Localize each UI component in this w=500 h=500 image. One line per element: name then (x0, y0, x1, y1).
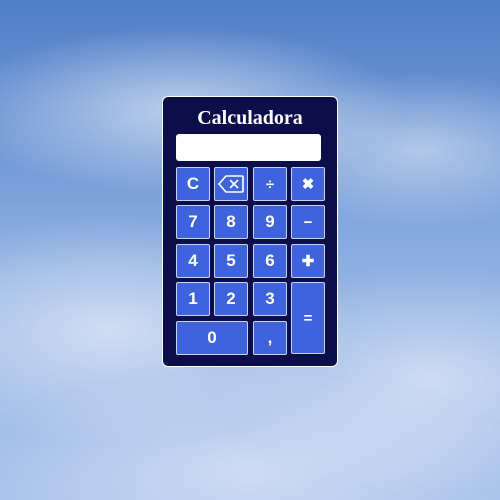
digit-0-label: 0 (207, 328, 217, 347)
calculator-panel: Calculadora C ÷ ✖ 7 8 9 − 4 5 6 ✚ 1 2 3 … (162, 96, 338, 367)
calculator-title: Calculadora (197, 107, 303, 129)
equals-label: = (303, 309, 313, 327)
comma-button[interactable]: , (253, 321, 287, 355)
subtract-button[interactable]: − (291, 205, 325, 239)
digit-6-label: 6 (265, 251, 275, 270)
digit-3-label: 3 (265, 289, 275, 308)
digit-3-button[interactable]: 3 (253, 282, 287, 316)
multiply-label: ✖ (301, 176, 315, 193)
divide-button[interactable]: ÷ (253, 167, 287, 201)
digit-9-label: 9 (265, 212, 275, 231)
subtract-label: − (303, 213, 313, 231)
digit-2-label: 2 (226, 289, 236, 308)
digit-8-button[interactable]: 8 (214, 205, 248, 239)
digit-1-button[interactable]: 1 (176, 282, 210, 316)
digit-2-button[interactable]: 2 (214, 282, 248, 316)
digit-5-button[interactable]: 5 (214, 244, 248, 278)
calculator-display[interactable] (176, 134, 321, 161)
digit-5-label: 5 (226, 251, 236, 270)
divide-label: ÷ (265, 175, 275, 193)
clear-label: C (186, 174, 200, 193)
comma-label: , (267, 328, 273, 347)
digit-7-label: 7 (188, 212, 198, 231)
backspace-button[interactable] (214, 167, 248, 201)
add-label: ✚ (301, 253, 315, 270)
digit-9-button[interactable]: 9 (253, 205, 287, 239)
add-button[interactable]: ✚ (291, 244, 325, 278)
digit-4-button[interactable]: 4 (176, 244, 210, 278)
multiply-button[interactable]: ✖ (291, 167, 325, 201)
backspace-icon (218, 175, 244, 193)
digit-7-button[interactable]: 7 (176, 205, 210, 239)
clear-button[interactable]: C (176, 167, 210, 201)
digit-8-label: 8 (226, 212, 236, 231)
digit-1-label: 1 (188, 289, 198, 308)
digit-6-button[interactable]: 6 (253, 244, 287, 278)
equals-button[interactable]: = (291, 282, 325, 354)
digit-4-label: 4 (188, 251, 198, 270)
digit-0-button[interactable]: 0 (176, 321, 248, 355)
